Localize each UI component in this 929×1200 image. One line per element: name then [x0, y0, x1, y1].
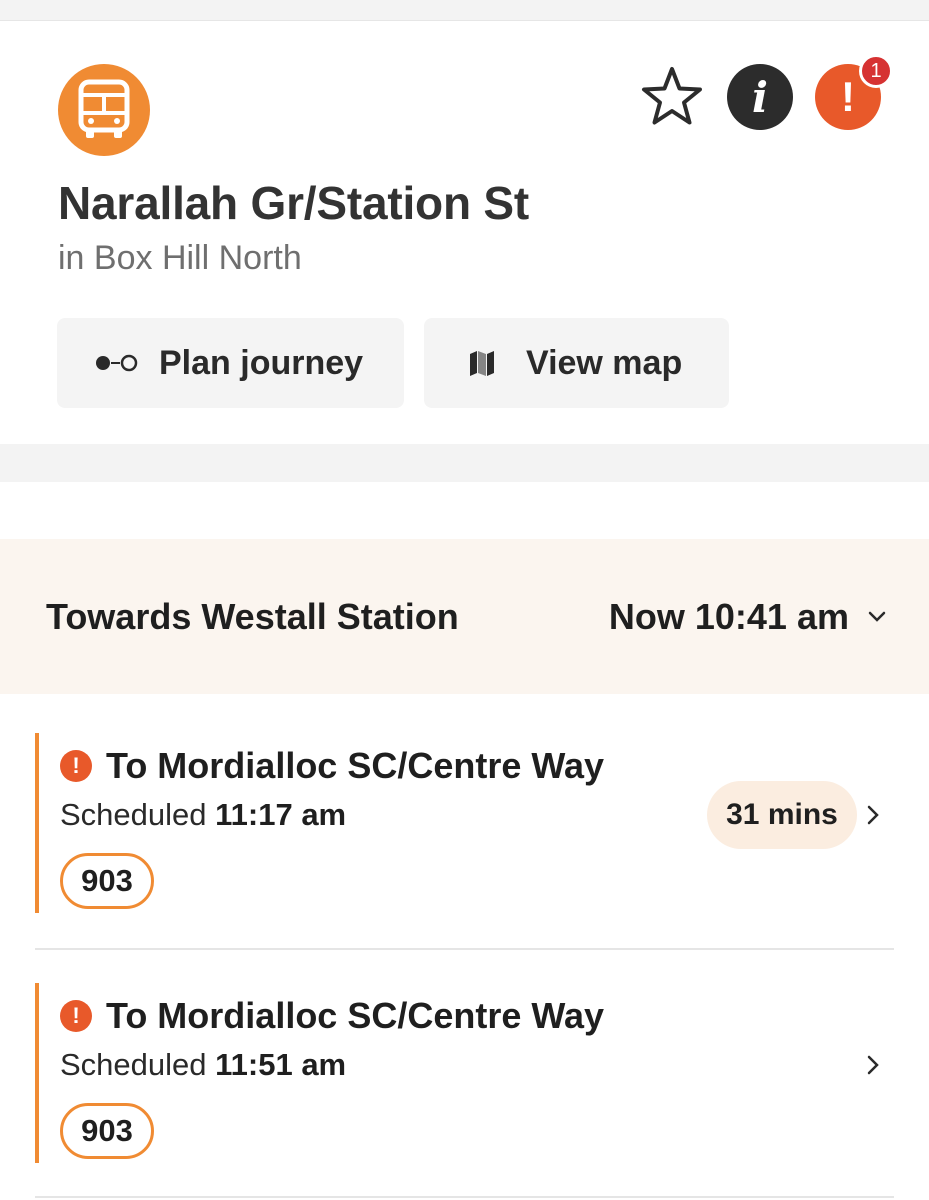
- bus-icon: [58, 64, 150, 156]
- view-map-button[interactable]: View map: [424, 318, 729, 408]
- route-color-bar: [35, 733, 39, 913]
- departure-destination: To Mordialloc SC/Centre Way: [106, 745, 605, 786]
- departure-destination-line: ! To Mordialloc SC/Centre Way: [60, 745, 604, 787]
- row-divider: [35, 948, 894, 950]
- stop-locality: in Box Hill North: [58, 239, 302, 277]
- status-strip: [0, 0, 929, 21]
- header-actions: i ! 1: [639, 54, 893, 130]
- disruption-alert-button[interactable]: ! 1: [815, 54, 893, 130]
- stop-name: Narallah Gr/Station St: [58, 177, 530, 229]
- view-map-label: View map: [526, 343, 683, 382]
- scheduled-time-line: Scheduled 11:51 am: [60, 1047, 346, 1083]
- info-icon: i: [752, 72, 768, 122]
- route-number-badge: 903: [60, 1103, 154, 1159]
- favourite-button[interactable]: [639, 64, 705, 130]
- route-number-badge: 903: [60, 853, 154, 909]
- alert-count-badge: 1: [859, 54, 893, 88]
- direction-label: Towards Westall Station: [46, 596, 459, 637]
- plan-journey-button[interactable]: Plan journey: [57, 318, 404, 408]
- departure-row[interactable]: ! To Mordialloc SC/Centre Way Scheduled …: [35, 983, 894, 1163]
- scheduled-label: Scheduled: [60, 797, 216, 832]
- info-button[interactable]: i: [727, 64, 793, 130]
- scheduled-time-line: Scheduled 11:17 am: [60, 797, 346, 833]
- star-icon: [642, 67, 702, 125]
- row-divider: [35, 1196, 894, 1198]
- plan-journey-label: Plan journey: [159, 343, 364, 382]
- departure-time-selector[interactable]: Now 10:41 am: [609, 596, 887, 638]
- chevron-down-icon: [868, 611, 886, 622]
- disruption-warning-icon: !: [60, 750, 92, 782]
- departure-time-value: Now 10:41 am: [608, 596, 849, 637]
- departure-destination-line: ! To Mordialloc SC/Centre Way: [60, 995, 604, 1037]
- chevron-right-icon: [867, 805, 879, 825]
- route-color-bar: [35, 983, 39, 1163]
- chevron-right-icon: [867, 1055, 879, 1075]
- disruption-warning-icon: !: [60, 1000, 92, 1032]
- scheduled-label: Scheduled: [60, 1047, 216, 1082]
- departure-row[interactable]: ! To Mordialloc SC/Centre Way Scheduled …: [35, 733, 894, 913]
- departure-destination: To Mordialloc SC/Centre Way: [106, 995, 605, 1036]
- scheduled-time: 11:51 am: [215, 1047, 347, 1082]
- eta-badge: 31 mins: [707, 781, 857, 849]
- map-icon: [470, 351, 494, 376]
- scheduled-time: 11:17 am: [215, 797, 347, 832]
- journey-dots-icon: [96, 354, 138, 372]
- alert-icon: !: [841, 73, 855, 120]
- section-separator: [0, 444, 929, 482]
